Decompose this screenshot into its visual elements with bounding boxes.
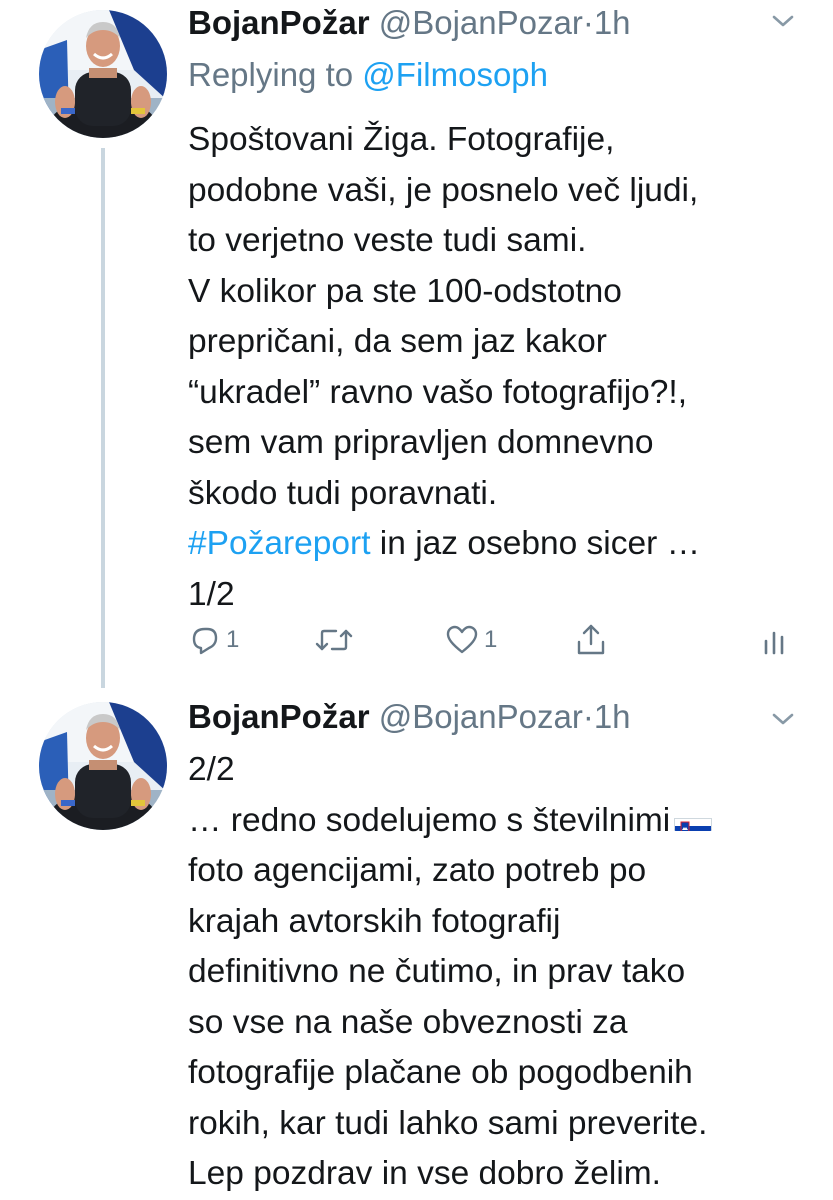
tweet-text-line: fotografije plačane ob pogodbenih [188, 1054, 693, 1091]
author-handle[interactable]: @BojanPozar [379, 698, 583, 735]
tweet-header: BojanPožar @BojanPozar·1h [188, 694, 631, 740]
share-icon [577, 624, 605, 655]
tweet-header: BojanPožar @BojanPozar·1h [188, 0, 631, 46]
tweet-text: Spoštovani Žiga. Fotografije, podobne va… [188, 115, 808, 620]
tweet-timestamp[interactable]: 1h [594, 698, 631, 735]
tweet-timestamp[interactable]: 1h [594, 4, 631, 41]
like-button[interactable]: 1 [444, 620, 497, 660]
retweet-icon [315, 629, 353, 651]
profile-photo [39, 10, 167, 138]
tweet-text-fragment: in jaz osebno sicer … [370, 525, 701, 562]
tweet-text-line: krajah avtorskih fotografij [188, 902, 561, 940]
tweet-text-line: Spoštovani Žiga. Fotografije, [188, 121, 615, 158]
chevron-down-icon[interactable] [768, 704, 798, 734]
tweet-text: 2/2 … redno sodelujemo s številnimi foto… [188, 745, 808, 1200]
hashtag-link[interactable]: #Požareport [188, 525, 371, 562]
tweet-text-line: škodo tudi poravnati. [188, 474, 498, 512]
author-avatar[interactable] [39, 10, 167, 138]
separator-dot: · [582, 698, 594, 735]
tweet[interactable]: BojanPožar @BojanPozar·1h Replying to @F… [0, 0, 833, 700]
author-handle[interactable]: @BojanPozar [379, 4, 583, 41]
replying-to-handle[interactable]: @Filmosoph [362, 56, 548, 93]
tweet-text-line: to verjetno veste tudi sami. [188, 222, 587, 259]
profile-photo [39, 702, 167, 830]
tweet-text-line: rokih, kar tudi lahko sami preverite. [188, 1104, 708, 1142]
thread-counter: 1/2 [188, 575, 235, 613]
slovenia-flag-icon [674, 807, 713, 831]
separator-dot: · [582, 4, 594, 41]
tweet-text-line: “ukradel” ravno vašo fotografijo?!, [188, 373, 688, 411]
analytics-icon [764, 631, 784, 655]
tweet-text-line: … redno sodelujemo s številnimi [188, 796, 808, 847]
tweet-text-line: prepričani, da sem jaz kakor [188, 323, 607, 360]
replying-to-label: Replying to [188, 56, 354, 93]
tweet-text-line: foto agencijami, zato potreb po [188, 852, 647, 889]
tweet-text-fragment: … redno sodelujemo s številnimi [188, 801, 671, 839]
chevron-down-icon[interactable] [768, 6, 798, 36]
author-name[interactable]: BojanPožar [188, 698, 370, 735]
tweet-text-line: podobne vaši, je posnelo več ljudi, [188, 171, 699, 209]
author-avatar[interactable] [39, 702, 167, 830]
reply-button[interactable]: 1 [188, 620, 239, 660]
tweet-text-line: V kolikor pa ste 100-odstotno [188, 272, 622, 310]
tweet-text-line: sem vam pripravljen domnevno [188, 424, 654, 461]
retweet-button[interactable] [314, 620, 358, 660]
reply-icon [192, 627, 218, 655]
tweet[interactable]: BojanPožar @BojanPozar·1h 2/2 … redno so… [0, 698, 833, 1200]
analytics-button[interactable] [762, 620, 786, 660]
thread-connector [101, 148, 105, 688]
reply-count: 1 [226, 626, 240, 653]
like-count: 1 [484, 626, 498, 653]
tweet-text-line: #Požareport in jaz osebno sicer … [188, 519, 808, 570]
author-name[interactable]: BojanPožar [188, 4, 370, 41]
heart-icon [446, 625, 478, 654]
tweet-text-line: Lep pozdrav in vse dobro želim. [188, 1155, 661, 1192]
share-button[interactable] [574, 620, 608, 660]
replying-to: Replying to @Filmosoph [188, 52, 548, 98]
tweet-actions: 1 1 [188, 620, 798, 660]
tweet-text-line: so vse na naše obveznosti za [188, 1003, 628, 1041]
tweet-text-line: definitivno ne čutimo, in prav tako [188, 953, 686, 990]
thread-counter: 2/2 [188, 751, 235, 788]
